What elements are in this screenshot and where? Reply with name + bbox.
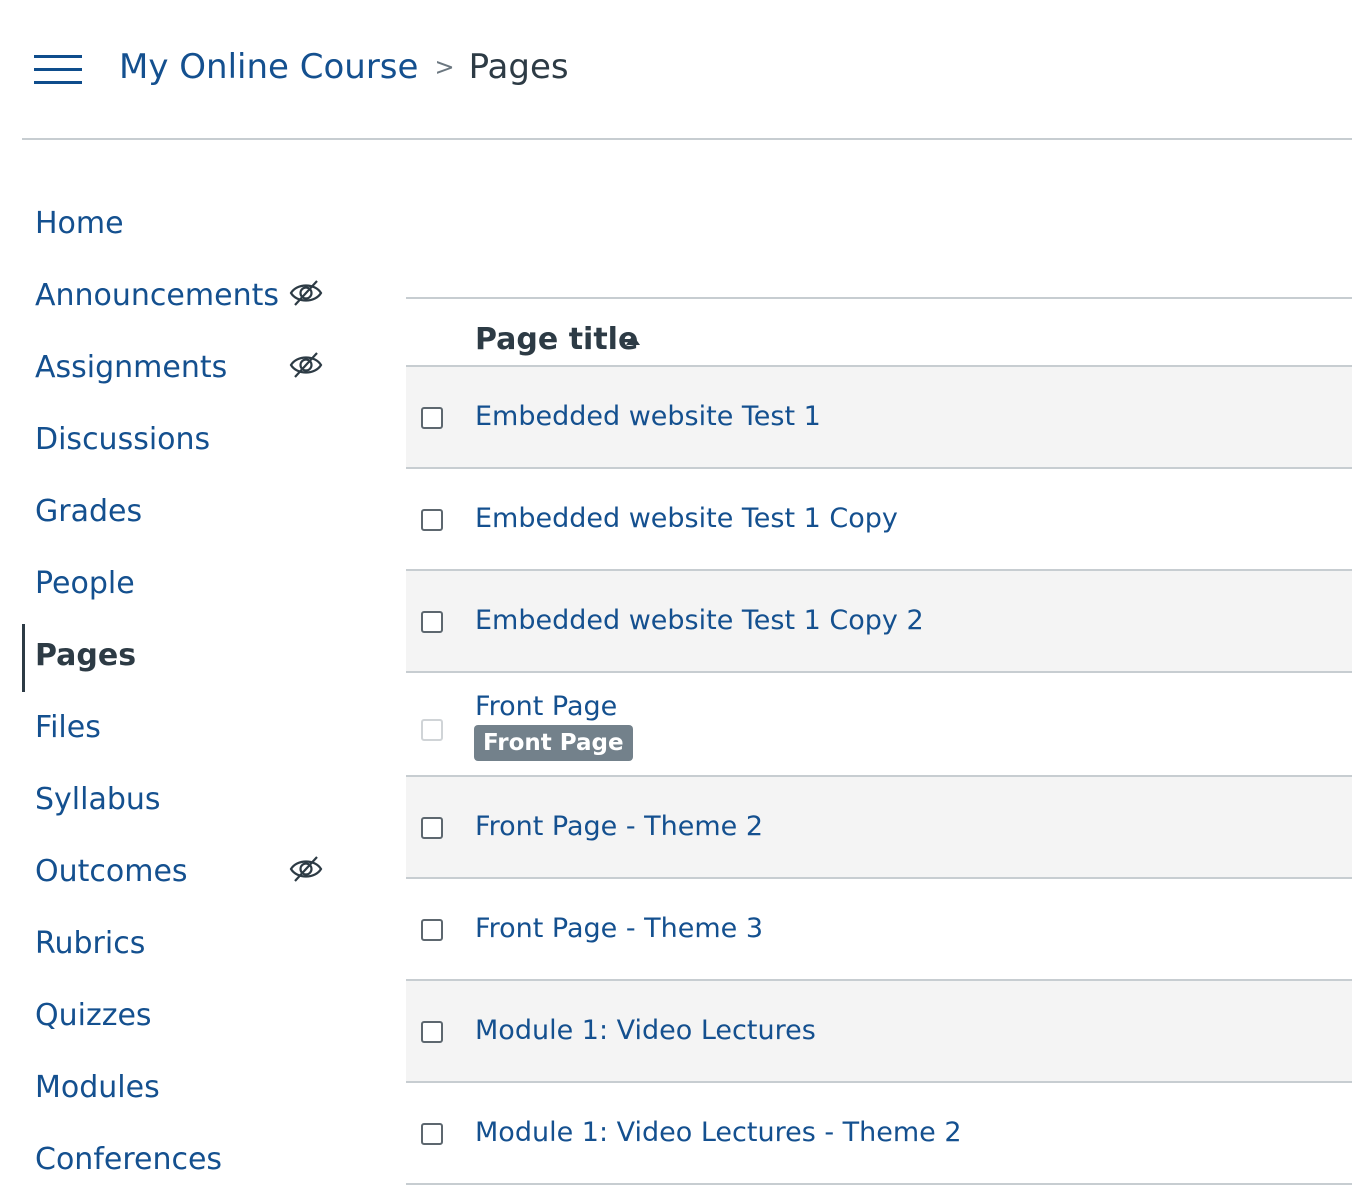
- row-checkbox[interactable]: [421, 1021, 443, 1043]
- sidebar-item-people[interactable]: People: [22, 548, 342, 620]
- row-checkbox[interactable]: [421, 817, 443, 839]
- page-title-link[interactable]: Front Page: [475, 687, 617, 727]
- sidebar-item-home[interactable]: Home: [22, 188, 342, 260]
- sidebar-item-announcements[interactable]: Announcements: [22, 260, 342, 332]
- page-title-link[interactable]: Front Page - Theme 2: [475, 807, 763, 847]
- sidebar-item-conferences[interactable]: Conferences: [22, 1124, 342, 1196]
- sidebar-item-label: Home: [35, 206, 124, 241]
- sidebar-item-quizzes[interactable]: Quizzes: [22, 980, 342, 1052]
- sidebar-item-label: Announcements: [35, 278, 279, 313]
- row-checkbox[interactable]: [421, 509, 443, 531]
- table-row: Front Page - Theme 3: [406, 879, 1352, 981]
- page-title-link[interactable]: Module 1: Video Lectures - Theme 2: [475, 1113, 962, 1153]
- row-checkbox[interactable]: [421, 1123, 443, 1145]
- sidebar-item-label: Syllabus: [35, 782, 161, 817]
- sidebar-item-label: Quizzes: [35, 998, 152, 1033]
- table-header: Page title: [406, 299, 1352, 367]
- row-checkbox[interactable]: [421, 919, 443, 941]
- top-header: My Online Course > Pages: [22, 0, 1352, 140]
- sidebar-item-label: People: [35, 566, 135, 601]
- sidebar-item-label: Conferences: [35, 1142, 223, 1177]
- row-checkbox[interactable]: [421, 611, 443, 633]
- column-header-page-title[interactable]: Page title: [475, 320, 638, 360]
- sidebar-item-label: Rubrics: [35, 926, 146, 961]
- sidebar-item-label: Files: [35, 710, 101, 745]
- table-row: Embedded website Test 1 Copy 2: [406, 571, 1352, 673]
- table-row: Module 1: Video Lectures: [406, 981, 1352, 1083]
- sidebar-item-files[interactable]: Files: [22, 692, 342, 764]
- sidebar-item-label: Assignments: [35, 350, 228, 385]
- sidebar-item-label: Pages: [35, 638, 137, 673]
- breadcrumb-course-link[interactable]: My Online Course: [119, 47, 418, 87]
- table-row: Embedded website Test 1: [406, 367, 1352, 469]
- breadcrumb: My Online Course > Pages: [119, 44, 569, 90]
- page-title-link[interactable]: Embedded website Test 1 Copy 2: [475, 601, 924, 641]
- table-row: Front Page Front Page: [406, 673, 1352, 777]
- sort-ascending-icon[interactable]: [626, 335, 640, 345]
- chevron-right-icon: >: [434, 53, 455, 81]
- sidebar-item-label: Outcomes: [35, 854, 188, 889]
- table-row: Embedded website Test 1 Copy: [406, 469, 1352, 571]
- front-page-badge: Front Page: [474, 725, 633, 761]
- page-title-link[interactable]: Front Page - Theme 3: [475, 909, 763, 949]
- sidebar-item-modules[interactable]: Modules: [22, 1052, 342, 1124]
- page-title-link[interactable]: Embedded website Test 1 Copy: [475, 499, 898, 539]
- pages-table: Page title Embedded website Test 1 Embed…: [406, 297, 1352, 1185]
- eye-slash-icon: [289, 352, 323, 378]
- breadcrumb-current: Pages: [468, 47, 569, 87]
- page-title-link[interactable]: Embedded website Test 1: [475, 397, 821, 437]
- sidebar-item-rubrics[interactable]: Rubrics: [22, 908, 342, 980]
- course-nav: Home Announcements Assignments Discussio…: [22, 188, 342, 1196]
- sidebar-item-discussions[interactable]: Discussions: [22, 404, 342, 476]
- sidebar-item-label: Discussions: [35, 422, 211, 457]
- row-checkbox[interactable]: [421, 407, 443, 429]
- hamburger-icon[interactable]: [34, 52, 82, 86]
- sidebar-item-label: Grades: [35, 494, 143, 529]
- table-row: Module 1: Video Lectures - Theme 2: [406, 1083, 1352, 1185]
- eye-slash-icon: [289, 280, 323, 306]
- row-checkbox-disabled: [421, 719, 443, 741]
- sidebar-item-pages[interactable]: Pages: [22, 620, 342, 692]
- sidebar-item-assignments[interactable]: Assignments: [22, 332, 342, 404]
- table-row: Front Page - Theme 2: [406, 777, 1352, 879]
- sidebar-item-grades[interactable]: Grades: [22, 476, 342, 548]
- eye-slash-icon: [289, 856, 323, 882]
- sidebar-item-label: Modules: [35, 1070, 160, 1105]
- sidebar-item-outcomes[interactable]: Outcomes: [22, 836, 342, 908]
- page-title-link[interactable]: Module 1: Video Lectures: [475, 1011, 816, 1051]
- sidebar-item-syllabus[interactable]: Syllabus: [22, 764, 342, 836]
